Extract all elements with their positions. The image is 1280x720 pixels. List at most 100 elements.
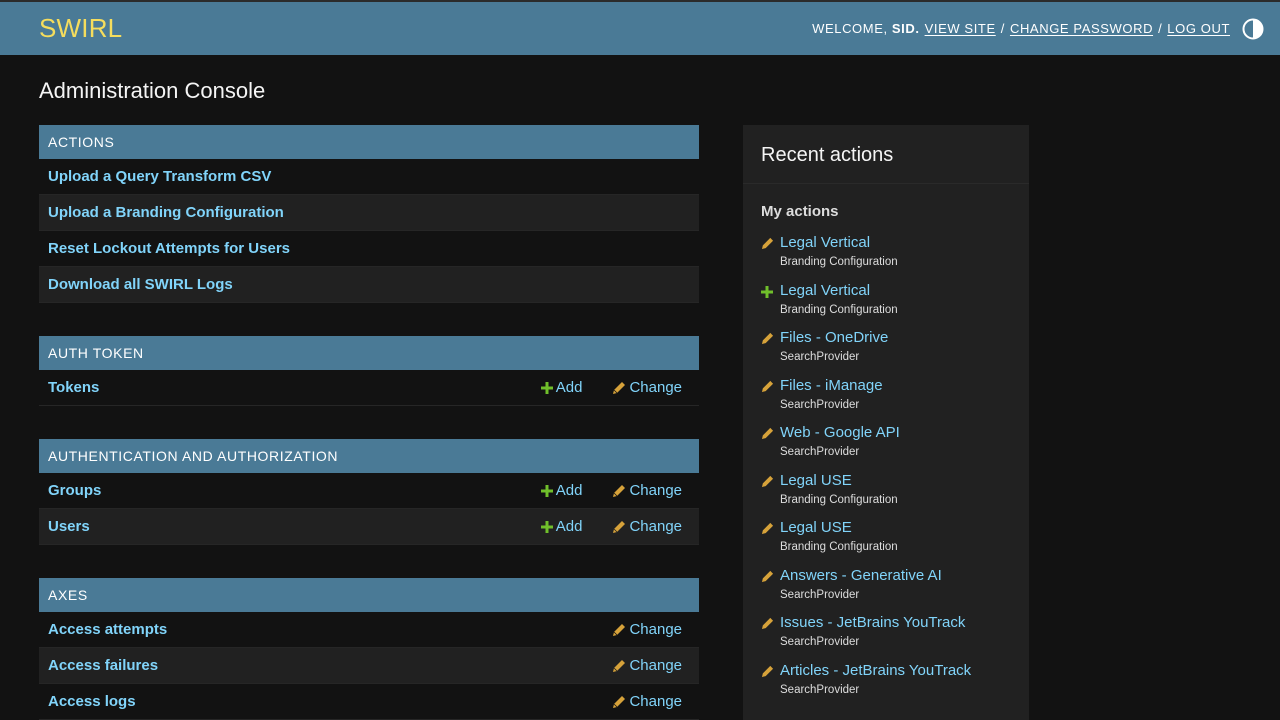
recent-action-type: SearchProvider: [780, 588, 860, 601]
pencil-icon: [761, 377, 780, 425]
recent-action-link[interactable]: Legal Vertical: [780, 234, 898, 252]
recent-action-type: Branding Configuration: [780, 303, 898, 316]
change-password-link[interactable]: CHANGE PASSWORD: [1010, 21, 1153, 36]
pencil-icon: [612, 520, 626, 534]
row-actions: Change: [582, 693, 682, 710]
list-item: Web - Google API SearchProvider: [761, 424, 1011, 472]
list-item-text: Legal Vertical Branding Configuration: [780, 282, 898, 330]
add-label: Add: [555, 482, 583, 499]
add-button[interactable]: Add: [540, 379, 583, 396]
model-link-access-failures[interactable]: Access failures: [48, 657, 158, 674]
change-label: Change: [629, 657, 682, 674]
recent-action-type: Branding Configuration: [780, 541, 898, 553]
add-button[interactable]: Add: [540, 482, 583, 499]
model-link-tokens[interactable]: Tokens: [48, 379, 99, 396]
module-rows: Tokens Add Change: [39, 370, 699, 406]
recent-action-type: Branding Configuration: [780, 256, 898, 268]
action-upload-query-transform-link[interactable]: Upload a Query Transform CSV: [48, 168, 271, 185]
add-label: Add: [555, 379, 583, 396]
plus-icon: [540, 484, 553, 497]
action-upload-branding-link[interactable]: Upload a Branding Configuration: [48, 204, 284, 221]
action-reset-lockout-link[interactable]: Reset Lockout Attempts for Users: [48, 240, 290, 257]
list-item: Articles - JetBrains YouTrack SearchProvi…: [761, 662, 1011, 710]
pencil-icon: [612, 381, 626, 395]
table-row: Access failures Change: [39, 648, 699, 684]
recent-action-link[interactable]: Files - iManage: [780, 377, 883, 395]
change-button[interactable]: Change: [612, 482, 682, 499]
recent-action-type: Branding Configuration: [780, 493, 898, 506]
action-download-logs-link[interactable]: Download all SWIRL Logs: [48, 276, 233, 293]
brand-logo[interactable]: SWIRL: [39, 13, 122, 44]
separator: /: [1158, 21, 1163, 36]
row-actions: Add Change: [511, 518, 682, 535]
recent-action-link[interactable]: Web - Google API: [780, 424, 900, 442]
list-item-text: Articles - JetBrains YouTrack SearchProvi…: [780, 662, 971, 710]
pencil-icon: [612, 659, 626, 673]
pencil-icon: [761, 519, 780, 567]
recent-action-link[interactable]: Legal Vertical: [780, 282, 898, 300]
log-out-link[interactable]: LOG OUT: [1167, 21, 1230, 36]
change-label: Change: [629, 693, 682, 710]
change-button[interactable]: Change: [612, 657, 682, 674]
recent-action-link[interactable]: Answers - Generative AI: [780, 567, 942, 585]
recent-action-link[interactable]: Files - OneDrive: [780, 329, 888, 347]
module-authentication-authorization: AUTHENTICATION AND AUTHORIZATION Groups …: [39, 439, 699, 545]
page-title: Administration Console: [39, 78, 266, 103]
recent-action-link[interactable]: Articles - JetBrains YouTrack: [780, 662, 971, 680]
pencil-icon: [761, 424, 780, 472]
theme-toggle-button[interactable]: [1242, 18, 1264, 40]
list-item-text: Legal USE Branding Configuration: [780, 472, 898, 520]
pencil-icon: [612, 623, 626, 637]
table-row: Reset Lockout Attempts for Users: [39, 231, 699, 267]
change-label: Change: [629, 379, 682, 396]
recent-actions-list: Legal Vertical Branding Configuration Leg…: [743, 234, 1029, 709]
separator: /: [1000, 21, 1005, 36]
module-axes: AXES Access attempts Change Access failu…: [39, 578, 699, 720]
pencil-icon: [761, 662, 780, 710]
recent-action-link[interactable]: Issues - JetBrains YouTrack: [780, 614, 965, 632]
recent-action-type: SearchProvider: [780, 636, 860, 648]
recent-actions-title: Recent actions: [743, 125, 1029, 184]
add-button[interactable]: Add: [540, 518, 582, 535]
welcome-label: WELCOME,: [812, 21, 888, 36]
model-link-users[interactable]: Users: [48, 518, 90, 535]
pencil-icon: [612, 695, 626, 709]
module-rows: Upload a Query Transform CSV Upload a Br…: [39, 159, 699, 303]
change-button[interactable]: Change: [612, 621, 682, 638]
change-button[interactable]: Change: [612, 693, 682, 710]
change-label: Change: [629, 482, 682, 499]
list-item-text: Web - Google API SearchProvider: [780, 424, 900, 472]
list-item: Files - iManage SearchProvider: [761, 377, 1011, 425]
recent-action-type: SearchProvider: [780, 398, 860, 411]
pencil-icon: [761, 614, 780, 662]
model-link-access-attempts[interactable]: Access attempts: [48, 621, 167, 638]
my-actions-heading: My actions: [761, 203, 839, 220]
welcome-text: WELCOME, SID.: [812, 21, 920, 36]
change-button[interactable]: Change: [612, 518, 682, 535]
table-row: Download all SWIRL Logs: [39, 267, 699, 303]
table-row: Users Add Change: [39, 509, 699, 545]
user-tools: WELCOME, SID. VIEW SITE / CHANGE PASSWOR…: [812, 18, 1264, 40]
view-site-link[interactable]: VIEW SITE: [925, 21, 996, 36]
module-actions: ACTIONS Upload a Query Transform CSV Upl…: [39, 125, 699, 303]
list-item: Legal USE Branding Configuration: [761, 472, 1011, 520]
recent-actions-panel: Recent actions My actions Legal Vertical…: [743, 125, 1029, 720]
table-row: Upload a Query Transform CSV: [39, 159, 699, 195]
table-row: Groups Add Change: [39, 473, 699, 509]
plus-icon: [540, 381, 553, 394]
header-bar: SWIRL WELCOME, SID. VIEW SITE / CHANGE P…: [0, 0, 1280, 55]
change-label: Change: [629, 621, 682, 638]
list-item-text: Files - iManage SearchProvider: [780, 377, 883, 425]
list-item-text: Issues - JetBrains YouTrack SearchProvide…: [780, 614, 965, 662]
recent-action-link[interactable]: Legal USE: [780, 519, 898, 537]
list-item-text: Files - OneDrive SearchProvider: [780, 329, 888, 377]
recent-action-link[interactable]: Legal USE: [780, 472, 898, 490]
recent-action-type: SearchProvider: [780, 351, 860, 363]
model-link-access-logs[interactable]: Access logs: [48, 693, 136, 710]
module-caption: AXES: [39, 578, 699, 612]
change-button[interactable]: Change: [612, 379, 682, 396]
model-link-groups[interactable]: Groups: [48, 482, 101, 499]
module-rows: Access attempts Change Access failures C…: [39, 612, 699, 720]
module-caption: AUTHENTICATION AND AUTHORIZATION: [39, 439, 699, 473]
table-row: Access attempts Change: [39, 612, 699, 648]
